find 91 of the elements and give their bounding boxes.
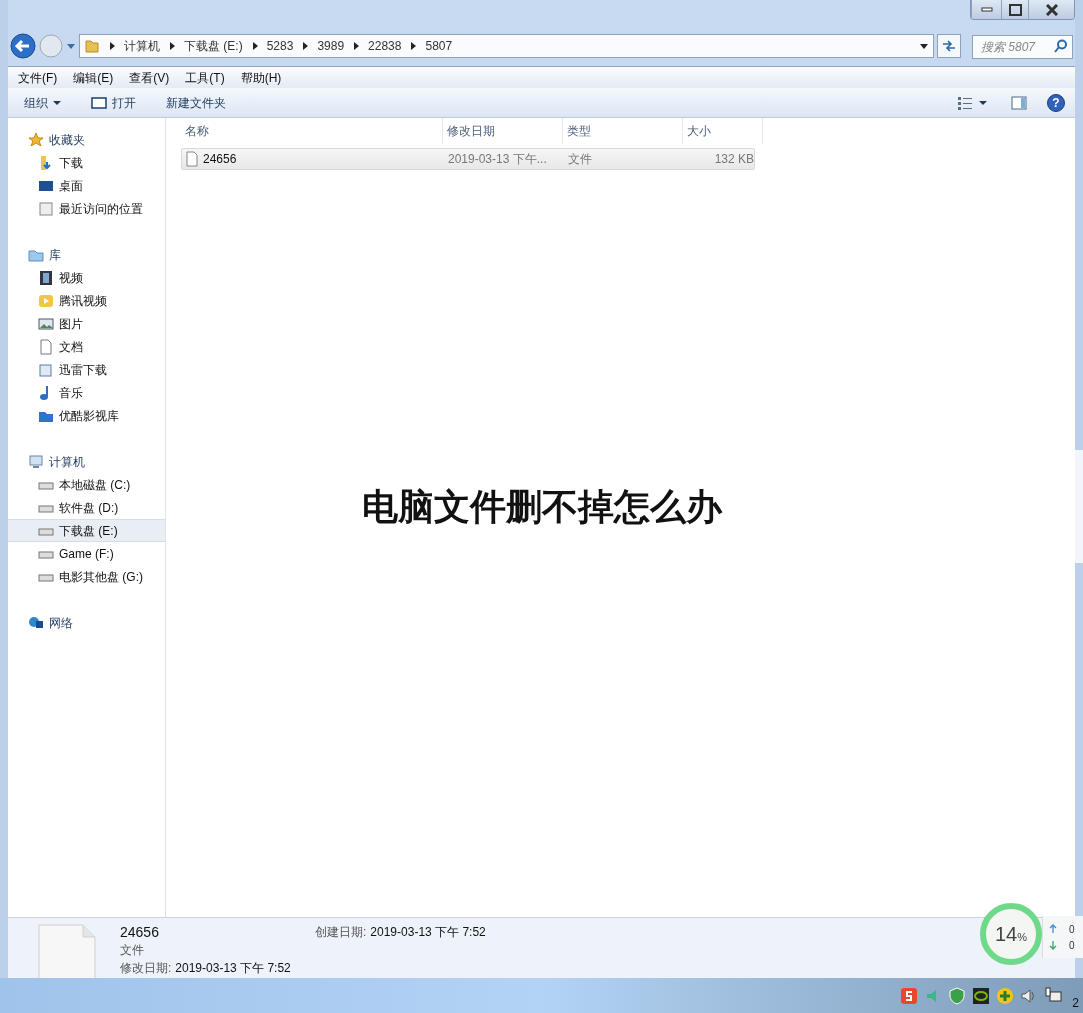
chevron-icon[interactable]	[109, 42, 115, 50]
maximize-button[interactable]	[1001, 0, 1028, 19]
caret-icon[interactable]	[979, 99, 987, 106]
file-name: 24656	[120, 923, 160, 941]
details-view-icon[interactable]	[957, 95, 973, 110]
sidebar-item[interactable]: Game (F:)	[8, 542, 165, 565]
sidebar-item[interactable]: 腾讯视频	[8, 289, 165, 312]
maximize-icon	[1008, 3, 1022, 16]
network-icon	[28, 614, 44, 631]
chevron-icon[interactable]	[302, 42, 309, 50]
close-icon	[1045, 3, 1058, 16]
play-folder-icon	[38, 292, 54, 309]
menu-item[interactable]: 查看(V)	[129, 68, 170, 87]
refresh-button[interactable]	[937, 34, 961, 58]
document-icon	[38, 338, 54, 355]
column-header[interactable]: 修改日期	[443, 118, 563, 144]
caret-icon	[53, 99, 61, 106]
column-header[interactable]: 大小	[683, 118, 763, 144]
toolbar-button[interactable]: 新建文件夹	[166, 93, 226, 112]
file-type: 文件	[120, 942, 145, 959]
table-cell-text: 2019-03-13 下午...	[447, 151, 548, 168]
speed-value: 0	[1069, 938, 1075, 953]
sidebar-item[interactable]: 图片	[8, 312, 165, 335]
plus-circle-icon[interactable]	[996, 986, 1015, 1005]
address-bar[interactable]: 计算机 下载盘 (E:) 5283 3989 22838 5807	[79, 34, 934, 58]
chevron-icon[interactable]	[169, 42, 175, 50]
field-value: 2019-03-13 下午 7:52	[370, 924, 486, 941]
minimize-icon	[980, 7, 993, 12]
speed-value: 0	[1069, 922, 1075, 937]
refresh-arrows-icon	[941, 39, 957, 53]
menu-item[interactable]: 工具(T)	[185, 68, 225, 87]
breadcrumb-item[interactable]: 计算机	[124, 37, 160, 55]
toolbar-button[interactable]: 打开	[91, 93, 136, 112]
sidebar-item[interactable]: 视频	[8, 266, 165, 289]
network-icon[interactable]	[1044, 986, 1063, 1005]
down-arrow-icon	[1049, 940, 1057, 950]
field-value: 2019-03-13 下午 7:52	[175, 960, 291, 977]
folder-icon	[84, 38, 100, 54]
menu-item[interactable]: 帮助(H)	[240, 68, 282, 87]
breadcrumb-item[interactable]: 5807	[425, 37, 453, 55]
sidebar-item[interactable]: 本地磁盘 (C:)	[8, 473, 165, 496]
breadcrumb-item[interactable]: 下载盘 (E:)	[184, 37, 243, 55]
column-header[interactable]: 类型	[563, 118, 683, 144]
file-icon	[186, 151, 198, 167]
window-icon	[91, 96, 107, 109]
help-button[interactable]: ?	[1047, 93, 1065, 112]
sidebar-item[interactable]: 音乐	[8, 381, 165, 404]
file-name: 24656	[203, 151, 237, 168]
toolbar-button[interactable]: 组织	[24, 93, 61, 112]
search-icon[interactable]	[1054, 39, 1068, 53]
banner-title: 电脑文件删不掉怎么办	[361, 484, 722, 529]
menu-item[interactable]: 编辑(E)	[73, 68, 114, 87]
chevron-icon[interactable]	[410, 42, 417, 50]
field-label: 修改日期:	[120, 960, 172, 977]
close-button[interactable]	[1028, 0, 1074, 19]
sidebar-item[interactable]: 下载	[8, 151, 165, 174]
sidebar-heading[interactable]: 库	[49, 245, 61, 264]
sidebar-item[interactable]: 优酷影视库	[8, 404, 165, 427]
breadcrumb-item[interactable]: 22838	[368, 37, 402, 55]
eye-logo-icon[interactable]	[972, 986, 991, 1005]
shield-icon[interactable]	[948, 986, 967, 1005]
sidebar-item[interactable]: 软件盘 (D:)	[8, 496, 165, 519]
sidebar-heading[interactable]: 收藏夹	[49, 130, 85, 149]
breadcrumb-item[interactable]: 3989	[317, 37, 345, 55]
table-cell-text: 132 KB	[713, 151, 754, 168]
sidebar-heading[interactable]: 网络	[49, 613, 73, 632]
column-header[interactable]: 名称	[181, 118, 443, 144]
breadcrumb-item[interactable]: 5283	[266, 37, 294, 55]
sidebar-item[interactable]: 下载盘 (E:)	[8, 519, 165, 542]
sidebar-item[interactable]: 文档	[8, 335, 165, 358]
download-folder-icon	[38, 154, 54, 171]
chevron-icon[interactable]	[251, 42, 258, 50]
sidebar-item[interactable]: 电影其他盘 (G:)	[8, 565, 165, 588]
computer-icon	[28, 453, 44, 470]
table-cell-text: 文件	[567, 151, 593, 168]
up-arrow-icon	[1049, 924, 1057, 934]
sidebar-heading[interactable]: 计算机	[49, 452, 85, 471]
film-icon	[38, 269, 54, 286]
sidebar-item[interactable]: 桌面	[8, 174, 165, 197]
sidebar-item[interactable]: 最近访问的位置	[8, 197, 165, 220]
field-label: 创建日期:	[315, 924, 367, 941]
clock[interactable]: 2	[1072, 993, 1079, 1012]
file-row[interactable]: 24656 2019-03-13 下午... 文件 132 KB	[181, 148, 755, 170]
caret-icon[interactable]	[919, 42, 929, 50]
chevron-icon[interactable]	[353, 42, 360, 50]
input-method-icon[interactable]	[900, 986, 919, 1005]
star-icon	[28, 131, 44, 148]
search-field[interactable]: 搜索 5807	[972, 35, 1073, 59]
menu-item[interactable]: 文件(F)	[18, 68, 58, 87]
picture-icon	[38, 315, 54, 332]
sidebar-item[interactable]: 迅雷下载	[8, 358, 165, 381]
